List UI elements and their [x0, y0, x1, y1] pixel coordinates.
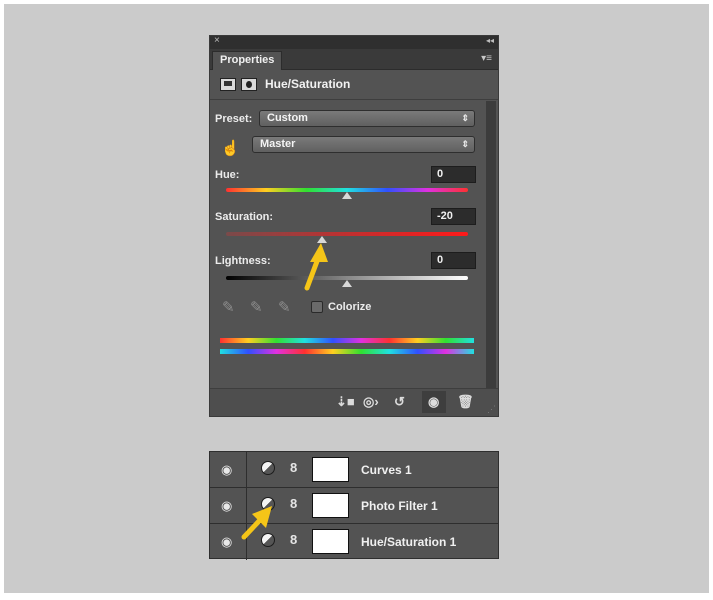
- colorize-label: Colorize: [328, 301, 372, 313]
- layer-visibility-cell[interactable]: ◉: [210, 488, 247, 523]
- properties-panel: × ◂◂ Properties ▾≡ Hue/Saturation Preset…: [209, 35, 499, 417]
- adjustment-layer-icon: [261, 461, 275, 475]
- reset-icon[interactable]: ↺: [394, 394, 405, 410]
- preset-value: Custom: [267, 112, 308, 124]
- chevron-updown-icon: ⇕: [461, 113, 469, 123]
- scrollbar[interactable]: [486, 101, 496, 391]
- adjustment-layer-icon: [261, 497, 275, 511]
- adjustment-layer-icon: [220, 78, 236, 91]
- layer-visibility-cell[interactable]: ◉: [210, 524, 247, 560]
- adjustment-title: Hue/Saturation: [265, 77, 351, 91]
- channel-dropdown[interactable]: Master ⇕: [252, 136, 475, 153]
- channel-value: Master: [260, 138, 296, 150]
- layer-mask-thumbnail[interactable]: [312, 529, 349, 554]
- tab-bar: Properties ▾≡: [210, 49, 498, 70]
- chevron-updown-icon: ⇕: [461, 139, 469, 149]
- mask-icon[interactable]: [241, 78, 257, 91]
- panel-titlebar: × ◂◂: [210, 35, 498, 49]
- layers-panel: ◉ 8 Curves 1 ◉ 8 Photo Filter 1 ◉ 8 Hue/…: [209, 451, 499, 560]
- layer-name[interactable]: Hue/Saturation 1: [361, 535, 456, 549]
- link-chain-icon[interactable]: 8: [290, 496, 297, 511]
- canvas: × ◂◂ Properties ▾≡ Hue/Saturation Preset…: [0, 0, 713, 600]
- resize-grip-icon[interactable]: ⋰: [487, 404, 496, 415]
- tab-properties[interactable]: Properties: [212, 51, 283, 70]
- output-spectrum-bar: [220, 349, 474, 354]
- link-chain-icon[interactable]: 8: [290, 460, 297, 475]
- link-chain-icon[interactable]: 8: [290, 532, 297, 547]
- layer-row[interactable]: ◉ 8 Hue/Saturation 1: [210, 524, 498, 560]
- lightness-slider-thumb[interactable]: [342, 280, 352, 287]
- input-spectrum-bar: [220, 338, 474, 343]
- layer-row[interactable]: ◉ 8 Photo Filter 1: [210, 488, 498, 524]
- colorize-checkbox[interactable]: [311, 301, 323, 313]
- saturation-slider-thumb[interactable]: [317, 236, 327, 243]
- eyedropper-minus-icon[interactable]: ✎: [278, 298, 291, 316]
- layer-row[interactable]: ◉ 8 Curves 1: [210, 452, 498, 488]
- close-icon[interactable]: ×: [214, 35, 220, 46]
- hue-field[interactable]: 0: [431, 166, 476, 183]
- panel-menu-icon[interactable]: ▾≡: [481, 53, 492, 64]
- eyedropper-icon[interactable]: ✎: [222, 298, 235, 316]
- targeted-adjust-hand-icon[interactable]: ☝: [221, 139, 240, 157]
- visibility-eye-icon[interactable]: ◉: [428, 394, 439, 410]
- clip-to-layer-icon[interactable]: ⇣■: [336, 394, 355, 410]
- collapse-icon[interactable]: ◂◂: [486, 36, 494, 45]
- hue-label: Hue:: [215, 169, 240, 181]
- visibility-eye-icon[interactable]: ◉: [221, 534, 232, 550]
- trash-icon[interactable]: 🗑: [457, 394, 474, 410]
- panel-footer: ⇣■ ◎› ↺ ◉ 🗑 ⋰: [210, 388, 498, 416]
- eyedropper-plus-icon[interactable]: ✎: [250, 298, 263, 316]
- lightness-label: Lightness:: [215, 255, 271, 267]
- visibility-eye-icon[interactable]: ◉: [221, 498, 232, 514]
- lightness-field[interactable]: 0: [431, 252, 476, 269]
- adjustment-header: Hue/Saturation: [210, 70, 498, 100]
- saturation-slider-track[interactable]: [226, 232, 468, 236]
- saturation-field[interactable]: -20: [431, 208, 476, 225]
- preset-label: Preset:: [215, 113, 253, 125]
- layer-name[interactable]: Photo Filter 1: [361, 499, 438, 513]
- layer-mask-thumbnail[interactable]: [312, 493, 349, 518]
- layer-mask-thumbnail[interactable]: [312, 457, 349, 482]
- view-previous-icon[interactable]: ◎›: [363, 394, 379, 410]
- saturation-label: Saturation:: [215, 211, 274, 223]
- adjustment-layer-icon: [261, 533, 275, 547]
- layer-visibility-cell[interactable]: ◉: [210, 452, 247, 487]
- visibility-eye-icon[interactable]: ◉: [221, 462, 232, 478]
- preset-dropdown[interactable]: Custom ⇕: [259, 110, 475, 127]
- hue-slider-thumb[interactable]: [342, 192, 352, 199]
- layer-name[interactable]: Curves 1: [361, 463, 412, 477]
